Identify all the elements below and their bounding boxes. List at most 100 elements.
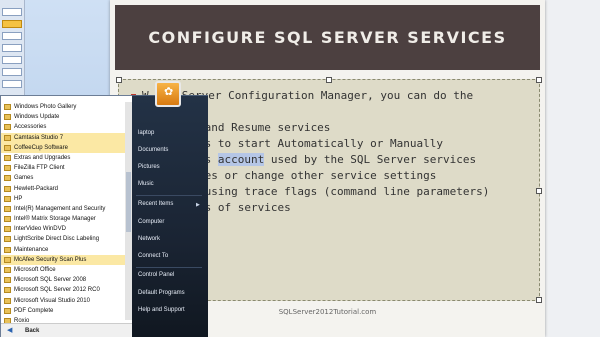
start-menu-place-item[interactable]: Help and Support (138, 307, 185, 313)
program-item[interactable]: Intel(R) Management and Security (1, 204, 125, 214)
folder-icon (4, 256, 11, 263)
program-label: Windows Photo Gallery (14, 104, 77, 110)
start-menu-place-item[interactable]: Documents (138, 147, 168, 153)
program-label: Maintenance (14, 246, 49, 253)
program-label: Games (14, 175, 34, 182)
scrollbar-thumb[interactable] (126, 172, 131, 232)
program-item[interactable]: Intel® Matrix Storage Manager (1, 214, 125, 224)
program-label: Intel(R) Management and Security (14, 205, 106, 212)
program-list-scrollbar[interactable] (125, 102, 132, 320)
start-menu-place-item[interactable]: Pictures (138, 164, 160, 170)
program-item[interactable]: Windows Update (1, 112, 125, 122)
folder-icon (4, 165, 11, 172)
start-menu-place-item[interactable]: Connect To (138, 253, 168, 259)
folder-icon (4, 154, 11, 161)
back-label: Back (25, 328, 40, 334)
program-icon (4, 114, 11, 121)
folder-icon (4, 277, 11, 284)
start-menu-place-item[interactable]: Computer (138, 219, 164, 225)
program-label: McAfee Security Scan Plus (14, 256, 87, 263)
user-picture-icon: ✿ (155, 81, 181, 107)
start-menu-place-item[interactable]: Recent Items (138, 201, 173, 207)
folder-icon (4, 175, 11, 182)
program-item[interactable]: Microsoft SQL Server 2012 RC0 (1, 285, 125, 295)
slide-thumbnail[interactable] (2, 80, 22, 88)
program-label: HP (14, 195, 23, 202)
program-label: Accessories (14, 124, 47, 131)
program-item[interactable]: Windows Photo Gallery (1, 102, 125, 112)
folder-icon (4, 226, 11, 233)
folder-icon (4, 134, 11, 141)
program-item[interactable]: Hewlett-Packard (1, 184, 125, 194)
program-item[interactable]: Microsoft SQL Server 2008 (1, 275, 125, 285)
program-item[interactable]: PDF Complete (1, 306, 125, 316)
resize-handle[interactable] (536, 297, 542, 303)
program-item[interactable]: Maintenance (1, 245, 125, 255)
folder-icon (4, 216, 11, 223)
resize-handle[interactable] (536, 77, 542, 83)
folder-icon (4, 287, 11, 294)
resize-handle[interactable] (536, 188, 542, 194)
program-item[interactable]: Microsoft Visual Studio 2010 (1, 296, 125, 306)
program-label: FileZilla FTP Client (14, 165, 65, 172)
slide-thumbnail-strip (0, 0, 25, 100)
program-item[interactable]: FileZilla FTP Client (1, 163, 125, 173)
folder-icon (4, 246, 11, 253)
program-label: LightScribe Direct Disc Labeling (14, 236, 100, 243)
slide-thumbnail[interactable] (2, 56, 22, 64)
start-menu-place-item[interactable]: laptop (138, 130, 154, 136)
all-programs-panel: Windows Photo Gallery Windows Update Acces… (0, 95, 134, 337)
start-menu-place-item[interactable]: Control Panel (138, 272, 174, 278)
program-label: Extras and Upgrades (14, 154, 71, 161)
menu-separator (136, 267, 202, 268)
slide-thumbnail[interactable] (2, 32, 22, 40)
program-item[interactable]: Camtasia Studio 7 (1, 132, 125, 143)
program-label: Hewlett-Packard (14, 185, 59, 192)
slide-header: CONFIGURE SQL SERVER SERVICES (115, 5, 540, 70)
program-item[interactable]: McAfee Security Scan Plus (1, 254, 125, 265)
screen: CONFIGURE SQL SERVER SERVICES W SQL Serv… (0, 0, 600, 337)
program-item[interactable]: Microsoft Office (1, 265, 125, 275)
start-menu-place-item[interactable]: Default Programs (138, 290, 185, 296)
slide-thumbnail[interactable] (2, 68, 22, 76)
back-arrow-icon: ◀ (7, 327, 13, 334)
program-item[interactable]: LightScribe Direct Disc Labeling (1, 234, 125, 244)
program-item[interactable]: Games (1, 173, 125, 183)
folder-icon (4, 205, 11, 212)
start-menu-place-item[interactable]: Music (138, 181, 154, 187)
program-item[interactable]: Accessories (1, 122, 125, 132)
slide-thumbnail[interactable] (2, 44, 22, 52)
folder-icon (4, 195, 11, 202)
program-label: Camtasia Studio 7 (14, 134, 64, 141)
program-label: InterVideo WinDVD (14, 226, 66, 233)
program-icon (4, 104, 11, 110)
program-item[interactable]: InterVideo WinDVD (1, 224, 125, 234)
folder-icon (4, 144, 11, 151)
resize-handle[interactable] (116, 77, 122, 83)
slide-thumbnail[interactable] (2, 8, 22, 16)
program-label: Microsoft Visual Studio 2010 (14, 297, 90, 304)
folder-icon (4, 307, 11, 314)
start-menu-place-item[interactable]: Network (138, 236, 160, 242)
program-label: Microsoft SQL Server 2008 (14, 277, 87, 284)
menu-separator (136, 195, 202, 196)
folder-icon (4, 236, 11, 243)
folder-icon (4, 267, 11, 273)
start-menu: Windows Photo Gallery Windows Update Acces… (0, 81, 210, 337)
program-item[interactable]: Extras and Upgrades (1, 153, 125, 163)
program-item[interactable]: CoffeeCup Software (1, 142, 125, 153)
slide-thumbnail-active[interactable] (2, 20, 22, 28)
resize-handle[interactable] (326, 77, 332, 83)
selected-word[interactable]: account (217, 153, 265, 166)
back-button[interactable]: ◀ Back (1, 323, 133, 337)
program-list: Windows Photo Gallery Windows Update Acces… (1, 102, 125, 326)
folder-icon (4, 297, 11, 304)
submenu-arrow-icon[interactable]: ▶ (196, 202, 200, 208)
slide-title: CONFIGURE SQL SERVER SERVICES (148, 28, 507, 47)
bullet-text-tail: used by the SQL Server services (264, 153, 477, 166)
folder-icon (4, 185, 11, 192)
program-label: CoffeeCup Software (14, 144, 68, 151)
program-item[interactable]: HP (1, 194, 125, 204)
program-label: PDF Complete (14, 307, 54, 314)
program-label: Microsoft SQL Server 2012 RC0 (14, 287, 100, 294)
